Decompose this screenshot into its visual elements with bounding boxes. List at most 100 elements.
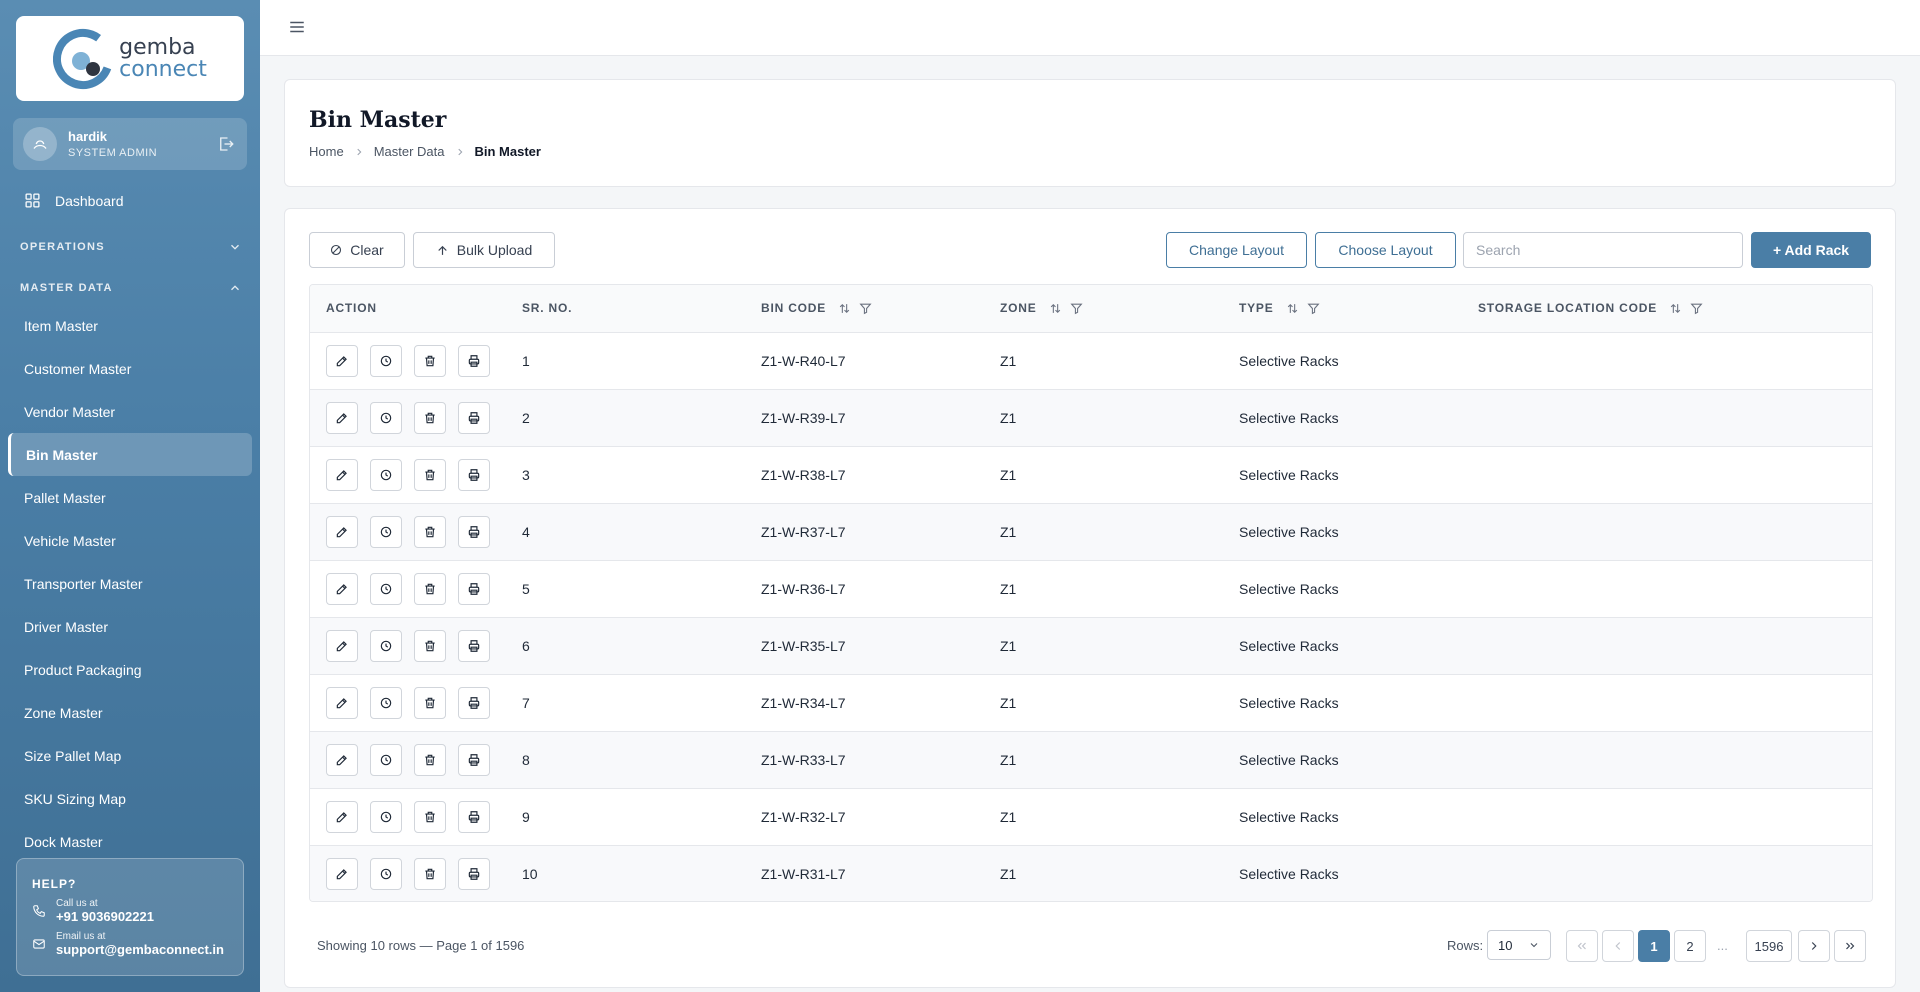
sidebar-item-driver-master[interactable]: Driver Master — [8, 605, 252, 648]
menu-toggle-icon[interactable] — [288, 18, 306, 41]
trash-row-button[interactable] — [414, 344, 446, 377]
cell-storage-location-code — [1462, 731, 1872, 788]
sort-icon[interactable] — [1669, 302, 1682, 315]
section-operations[interactable]: OPERATIONS — [20, 240, 242, 254]
sort-icon[interactable] — [838, 302, 851, 315]
print-row-button[interactable] — [458, 743, 490, 776]
trash-row-button[interactable] — [414, 458, 446, 491]
next-page-button[interactable] — [1798, 930, 1830, 962]
cell-sr-no: 4 — [522, 523, 530, 540]
trash-row-button[interactable] — [414, 857, 446, 890]
sidebar-item-customer-master[interactable]: Customer Master — [8, 347, 252, 390]
sidebar-item-sku-sizing-map[interactable]: SKU Sizing Map — [8, 777, 252, 820]
cell-storage-location-code — [1462, 617, 1872, 674]
filter-icon[interactable] — [859, 302, 872, 315]
sidebar-item-dock-master[interactable]: Dock Master — [8, 820, 252, 849]
col-header-storage-location-code: STORAGE LOCATION CODE — [1462, 285, 1872, 333]
print-row-button[interactable] — [458, 686, 490, 719]
history-row-button[interactable] — [370, 857, 402, 890]
choose-layout-button[interactable]: Choose Layout — [1315, 232, 1456, 268]
trash-icon — [425, 583, 435, 594]
page-button-2[interactable]: 2 — [1674, 930, 1706, 962]
first-page-button[interactable] — [1566, 930, 1598, 962]
cell-action — [310, 845, 506, 901]
print-row-button[interactable] — [458, 572, 490, 605]
edit-row-button[interactable] — [326, 344, 358, 377]
edit-row-button[interactable] — [326, 686, 358, 719]
edit-icon — [336, 868, 347, 879]
logo[interactable]: gemba connect — [16, 16, 244, 101]
history-row-button[interactable] — [370, 458, 402, 491]
logo-text-line1: gemba — [119, 34, 196, 60]
sidebar-item-dashboard[interactable]: Dashboard — [24, 192, 124, 209]
rows-per-page-select[interactable]: 10 — [1487, 930, 1551, 960]
edit-row-button[interactable] — [326, 800, 358, 833]
sidebar-item-product-packaging[interactable]: Product Packaging — [8, 648, 252, 691]
edit-row-button[interactable] — [326, 743, 358, 776]
trash-row-button[interactable] — [414, 572, 446, 605]
print-row-button[interactable] — [458, 857, 490, 890]
trash-row-button[interactable] — [414, 629, 446, 662]
col-header-sr-no: SR. NO. — [506, 285, 745, 333]
history-row-button[interactable] — [370, 743, 402, 776]
trash-row-button[interactable] — [414, 800, 446, 833]
trash-row-button[interactable] — [414, 401, 446, 434]
sidebar-item-size-pallet-map[interactable]: Size Pallet Map — [8, 734, 252, 777]
prev-page-button[interactable] — [1602, 930, 1634, 962]
help-call[interactable]: Call us at +91 9036902221 — [32, 898, 228, 924]
edit-row-button[interactable] — [326, 515, 358, 548]
history-row-button[interactable] — [370, 686, 402, 719]
history-row-button[interactable] — [370, 800, 402, 833]
sort-icon[interactable] — [1286, 302, 1299, 315]
trash-row-button[interactable] — [414, 515, 446, 548]
print-row-button[interactable] — [458, 629, 490, 662]
chevrons-left-icon — [1577, 942, 1586, 950]
last-page-button[interactable] — [1834, 930, 1866, 962]
sort-icon[interactable] — [1049, 302, 1062, 315]
history-row-button[interactable] — [370, 629, 402, 662]
trash-row-button[interactable] — [414, 743, 446, 776]
sidebar-item-transporter-master[interactable]: Transporter Master — [8, 562, 252, 605]
sidebar-item-zone-master[interactable]: Zone Master — [8, 691, 252, 734]
section-master-data[interactable]: MASTER DATA — [20, 281, 242, 295]
history-row-button[interactable] — [370, 572, 402, 605]
clear-button[interactable]: Clear — [309, 232, 405, 268]
sidebar-item-vendor-master[interactable]: Vendor Master — [8, 390, 252, 433]
edit-row-button[interactable] — [326, 857, 358, 890]
edit-row-button[interactable] — [326, 572, 358, 605]
history-row-button[interactable] — [370, 344, 402, 377]
print-row-button[interactable] — [458, 515, 490, 548]
history-row-button[interactable] — [370, 515, 402, 548]
bulk-upload-button[interactable]: Bulk Upload — [413, 232, 555, 268]
filter-icon[interactable] — [1690, 302, 1703, 315]
filter-icon[interactable] — [1070, 302, 1083, 315]
page-button-1[interactable]: 1 — [1638, 930, 1670, 962]
cell-zone: Z1 — [1000, 637, 1017, 654]
print-row-button[interactable] — [458, 401, 490, 434]
print-row-button[interactable] — [458, 344, 490, 377]
sidebar-item-vehicle-master[interactable]: Vehicle Master — [8, 519, 252, 562]
breadcrumb-master-data[interactable]: Master Data — [374, 144, 445, 159]
add-rack-button[interactable]: + Add Rack — [1751, 232, 1871, 268]
help-email[interactable]: Email us at support@gembaconnect.in — [32, 931, 228, 957]
table-row: 10 Z1-W-R31-L7 Z1 Selective Racks — [310, 845, 1872, 901]
trash-row-button[interactable] — [414, 686, 446, 719]
print-row-button[interactable] — [458, 458, 490, 491]
edit-icon — [336, 412, 347, 423]
edit-row-button[interactable] — [326, 458, 358, 491]
edit-row-button[interactable] — [326, 629, 358, 662]
filter-icon[interactable] — [1307, 302, 1320, 315]
sidebar-item-pallet-master[interactable]: Pallet Master — [8, 476, 252, 519]
history-row-button[interactable] — [370, 401, 402, 434]
cell-zone: Z1 — [1000, 409, 1017, 426]
change-layout-button[interactable]: Change Layout — [1166, 232, 1307, 268]
print-row-button[interactable] — [458, 800, 490, 833]
sidebar-item-item-master[interactable]: Item Master — [8, 304, 252, 347]
row-actions — [326, 401, 506, 434]
breadcrumb-home[interactable]: Home — [309, 144, 344, 159]
logout-icon[interactable] — [215, 133, 237, 155]
search-input[interactable] — [1463, 232, 1743, 268]
edit-row-button[interactable] — [326, 401, 358, 434]
sidebar-item-bin-master[interactable]: Bin Master — [8, 433, 252, 476]
last-page-number-button[interactable]: 1596 — [1746, 930, 1792, 962]
